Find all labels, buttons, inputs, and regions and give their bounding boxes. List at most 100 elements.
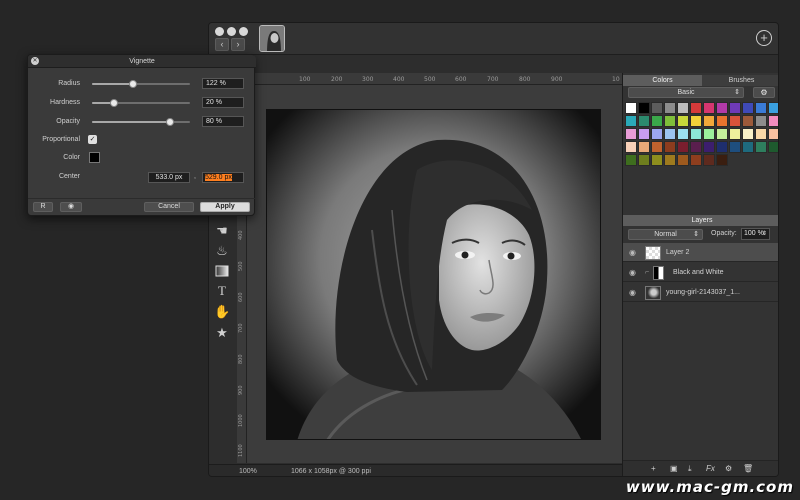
color-swatch[interactable] bbox=[716, 128, 728, 140]
color-swatch[interactable] bbox=[625, 115, 637, 127]
smudge-tool[interactable]: ☚ bbox=[214, 223, 230, 239]
color-swatch[interactable] bbox=[638, 154, 650, 166]
text-tool[interactable]: T bbox=[214, 283, 230, 299]
color-swatch[interactable] bbox=[651, 115, 663, 127]
add-layer-icon[interactable]: + bbox=[651, 464, 656, 473]
reset-button[interactable]: R bbox=[33, 202, 53, 212]
color-swatch[interactable] bbox=[742, 128, 754, 140]
radius-slider[interactable] bbox=[92, 80, 190, 88]
color-swatch[interactable] bbox=[755, 115, 767, 127]
center-y-field[interactable]: 529.0 px bbox=[202, 172, 244, 183]
color-swatch[interactable] bbox=[651, 154, 663, 166]
color-swatch[interactable] bbox=[703, 102, 715, 114]
color-swatch[interactable] bbox=[729, 128, 741, 140]
color-swatch[interactable] bbox=[625, 102, 637, 114]
color-swatch[interactable] bbox=[703, 154, 715, 166]
color-swatch[interactable] bbox=[690, 141, 702, 153]
color-swatch[interactable] bbox=[755, 102, 767, 114]
add-document-button[interactable]: + bbox=[756, 30, 772, 46]
color-swatch[interactable] bbox=[703, 115, 715, 127]
visibility-eye-icon[interactable]: ◉ bbox=[629, 263, 636, 282]
document-thumbnail[interactable] bbox=[259, 25, 285, 52]
forward-button[interactable]: › bbox=[231, 38, 245, 51]
stepper-icon[interactable]: ⇕ bbox=[762, 229, 767, 239]
tab-brushes[interactable]: Brushes bbox=[702, 75, 778, 86]
color-swatch[interactable] bbox=[716, 154, 728, 166]
opacity-slider-thumb[interactable] bbox=[166, 118, 175, 126]
layer-row-black-and-white[interactable]: ◉ ⌐ Black and White bbox=[623, 263, 778, 282]
color-swatch[interactable] bbox=[651, 102, 663, 114]
color-swatch[interactable] bbox=[664, 102, 676, 114]
color-swatch[interactable] bbox=[755, 128, 767, 140]
color-swatch[interactable] bbox=[742, 102, 754, 114]
favorites-tool[interactable]: ★ bbox=[214, 325, 230, 341]
color-swatch[interactable] bbox=[677, 102, 689, 114]
gradient-tool[interactable] bbox=[214, 263, 230, 279]
add-image-icon[interactable]: ▣ bbox=[670, 464, 678, 473]
export-layer-icon[interactable]: ⤓ bbox=[688, 464, 692, 474]
vignette-color-well[interactable] bbox=[89, 152, 100, 163]
color-swatch[interactable] bbox=[664, 154, 676, 166]
color-swatch[interactable] bbox=[625, 154, 637, 166]
color-swatch[interactable] bbox=[755, 141, 767, 153]
color-swatch[interactable] bbox=[677, 115, 689, 127]
color-swatch[interactable] bbox=[690, 154, 702, 166]
radius-field[interactable]: 122 % bbox=[202, 78, 244, 89]
color-swatch[interactable] bbox=[664, 115, 676, 127]
canvas-area[interactable] bbox=[247, 85, 622, 463]
color-swatch[interactable] bbox=[625, 128, 637, 140]
back-button[interactable]: ‹ bbox=[215, 38, 229, 51]
color-swatch[interactable] bbox=[729, 102, 741, 114]
opacity-slider[interactable] bbox=[92, 118, 190, 126]
color-swatch[interactable] bbox=[768, 128, 778, 140]
proportional-checkbox[interactable]: ✓ bbox=[88, 135, 97, 144]
color-swatch[interactable] bbox=[729, 115, 741, 127]
zoom-window-button[interactable] bbox=[239, 27, 248, 36]
color-swatch[interactable] bbox=[690, 128, 702, 140]
palette-settings-button[interactable]: ⚙ bbox=[753, 87, 775, 98]
opacity-field[interactable]: 80 % bbox=[202, 116, 244, 127]
color-swatch[interactable] bbox=[690, 115, 702, 127]
layer-row-layer-2[interactable]: ◉ Layer 2 bbox=[623, 243, 778, 262]
trash-icon[interactable]: 🗑 bbox=[743, 464, 753, 473]
color-swatch[interactable] bbox=[638, 141, 650, 153]
color-swatch[interactable] bbox=[768, 115, 778, 127]
dialog-close-button[interactable]: ✕ bbox=[31, 57, 39, 65]
color-swatch[interactable] bbox=[638, 115, 650, 127]
color-swatch[interactable] bbox=[742, 115, 754, 127]
hardness-slider[interactable] bbox=[92, 99, 190, 107]
color-swatch[interactable] bbox=[729, 141, 741, 153]
color-swatch[interactable] bbox=[716, 102, 728, 114]
zoom-level[interactable]: 100% bbox=[239, 468, 257, 475]
close-window-button[interactable] bbox=[215, 27, 224, 36]
color-swatch[interactable] bbox=[716, 115, 728, 127]
hand-tool[interactable]: ✋ bbox=[214, 304, 230, 320]
effects-icon[interactable]: Fx bbox=[706, 464, 715, 473]
center-x-field[interactable]: 533.0 px bbox=[148, 172, 190, 183]
color-swatch[interactable] bbox=[638, 128, 650, 140]
layer-row-photo[interactable]: ◉ young-girl-2143037_1... bbox=[623, 283, 778, 302]
minimize-window-button[interactable] bbox=[227, 27, 236, 36]
burn-tool[interactable]: ♨ bbox=[214, 243, 230, 259]
radius-slider-thumb[interactable] bbox=[129, 80, 138, 88]
color-swatch[interactable] bbox=[716, 141, 728, 153]
color-swatch[interactable] bbox=[768, 141, 778, 153]
color-swatch[interactable] bbox=[690, 102, 702, 114]
hardness-field[interactable]: 20 % bbox=[202, 97, 244, 108]
color-swatch[interactable] bbox=[677, 128, 689, 140]
color-swatch[interactable] bbox=[703, 141, 715, 153]
hardness-slider-thumb[interactable] bbox=[109, 99, 118, 107]
palette-select[interactable]: Basic ⇕ bbox=[628, 87, 744, 98]
color-swatch[interactable] bbox=[651, 141, 663, 153]
color-swatch[interactable] bbox=[664, 128, 676, 140]
document-image[interactable] bbox=[266, 109, 601, 440]
color-swatch[interactable] bbox=[638, 102, 650, 114]
color-swatch[interactable] bbox=[677, 154, 689, 166]
blend-mode-select[interactable]: Normal ⇕ bbox=[628, 229, 703, 240]
visibility-eye-icon[interactable]: ◉ bbox=[629, 283, 636, 302]
cancel-button[interactable]: Cancel bbox=[144, 202, 194, 212]
visibility-eye-icon[interactable]: ◉ bbox=[629, 243, 636, 262]
color-swatch[interactable] bbox=[625, 141, 637, 153]
color-swatch[interactable] bbox=[664, 141, 676, 153]
apply-button[interactable]: Apply bbox=[200, 202, 250, 212]
